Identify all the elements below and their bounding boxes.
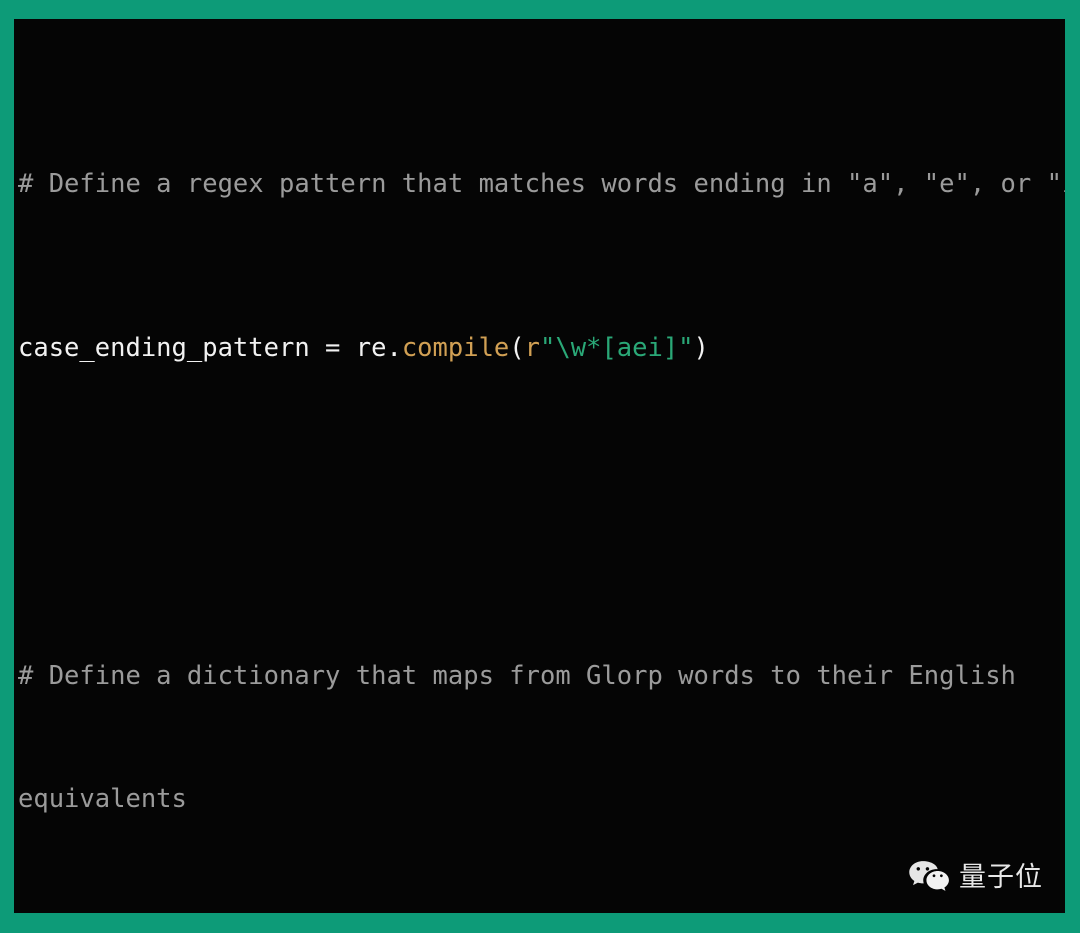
raw-string-prefix: r	[524, 333, 540, 363]
wechat-icon	[908, 860, 950, 894]
close-paren: )	[693, 333, 709, 363]
code-surface: # Define a regex pattern that matches wo…	[14, 19, 1065, 913]
code-line-comment-regex: # Define a regex pattern that matches wo…	[14, 164, 1065, 205]
code-block: # Define a regex pattern that matches wo…	[14, 19, 1065, 913]
comment-text: # Define a dictionary that maps from Glo…	[18, 661, 1016, 691]
code-line-compile: case_ending_pattern = re.compile(r"\w*[a…	[14, 328, 1065, 369]
assignment-text: case_ending_pattern = re.	[18, 333, 402, 363]
comment-text: # Define a regex pattern that matches wo…	[18, 169, 1065, 199]
screenshot-frame: # Define a regex pattern that matches wo…	[0, 0, 1080, 933]
regex-string: "\w*[aei]"	[540, 333, 694, 363]
watermark-label: 量子位	[959, 861, 1043, 893]
code-line-comment-dict-2: equivalents	[14, 779, 1065, 820]
watermark: 量子位	[908, 857, 1043, 897]
comment-text-wrapped: equivalents	[18, 784, 187, 814]
open-paren: (	[509, 333, 525, 363]
code-line-comment-dict-1: # Define a dictionary that maps from Glo…	[14, 656, 1065, 697]
function-name: compile	[401, 333, 510, 363]
